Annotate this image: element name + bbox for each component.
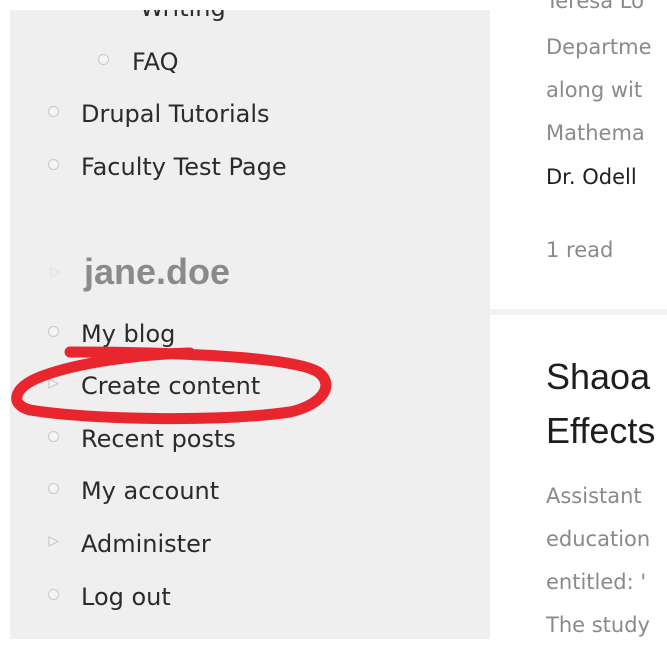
- sidebar-item-label: My account: [81, 477, 220, 505]
- circle-bullet-icon: [98, 54, 109, 65]
- sidebar-item-create-content[interactable]: Create content: [10, 368, 490, 404]
- sidebar-item-label: Drupal Tutorials: [81, 100, 270, 128]
- sidebar-item-recent-posts[interactable]: Recent posts: [10, 421, 490, 457]
- read-count: 1 read: [546, 238, 614, 262]
- article-text-line: along wit: [546, 78, 643, 102]
- sidebar-item-label: FAQ: [132, 48, 179, 76]
- user-block-title: jane.doe: [84, 251, 231, 292]
- sidebar-item-log-out[interactable]: Log out: [10, 579, 490, 615]
- article-title-line[interactable]: Shaoa: [546, 356, 650, 398]
- sidebar: Writing FAQ Drupal Tutorials Faculty Tes…: [10, 10, 490, 639]
- article-text-line: Departme: [546, 35, 652, 59]
- article-title-line[interactable]: Effects: [546, 410, 655, 452]
- sidebar-item-faculty-test-page[interactable]: Faculty Test Page: [10, 149, 490, 185]
- sidebar-item-drupal-tutorials[interactable]: Drupal Tutorials: [10, 96, 490, 132]
- article-cut-line: Teresa Lo: [546, 0, 644, 13]
- collapse-triangle-icon: [50, 263, 62, 282]
- sidebar-item-label: My blog: [81, 320, 176, 348]
- circle-bullet-icon: [48, 589, 59, 600]
- circle-bullet-icon: [48, 326, 59, 337]
- article-text-line: entitled: ': [546, 570, 647, 594]
- sidebar-item-administer[interactable]: Administer: [10, 526, 490, 562]
- main-content: Teresa Lo Departme along wit Mathema Dr.…: [490, 0, 667, 649]
- article-text-line: education: [546, 527, 651, 551]
- sidebar-item-label: Create content: [81, 372, 261, 400]
- expand-triangle-icon: [48, 378, 59, 389]
- article-author-link[interactable]: Dr. Odell: [546, 164, 637, 190]
- circle-bullet-icon: [48, 159, 59, 170]
- page: Writing FAQ Drupal Tutorials Faculty Tes…: [0, 0, 667, 649]
- sidebar-item-label: Administer: [81, 530, 211, 558]
- circle-bullet-icon: [48, 431, 59, 442]
- sidebar-item-label: Faculty Test Page: [81, 153, 287, 181]
- sidebar-item-faq[interactable]: FAQ: [10, 44, 490, 80]
- article-text-line: The study: [546, 613, 650, 637]
- sidebar-item-my-account[interactable]: My account: [10, 473, 490, 509]
- expand-triangle-icon: [48, 536, 59, 547]
- sidebar-cut-item[interactable]: Writing: [140, 10, 226, 22]
- sidebar-item-label: Recent posts: [81, 425, 236, 453]
- circle-bullet-icon: [48, 106, 59, 117]
- article-text-line: Assistant: [546, 484, 642, 508]
- circle-bullet-icon: [48, 483, 59, 494]
- sidebar-item-my-blog[interactable]: My blog: [10, 316, 490, 352]
- article-divider: [490, 309, 667, 315]
- article-text-line: Mathema: [546, 121, 645, 145]
- sidebar-item-label: Log out: [81, 583, 171, 611]
